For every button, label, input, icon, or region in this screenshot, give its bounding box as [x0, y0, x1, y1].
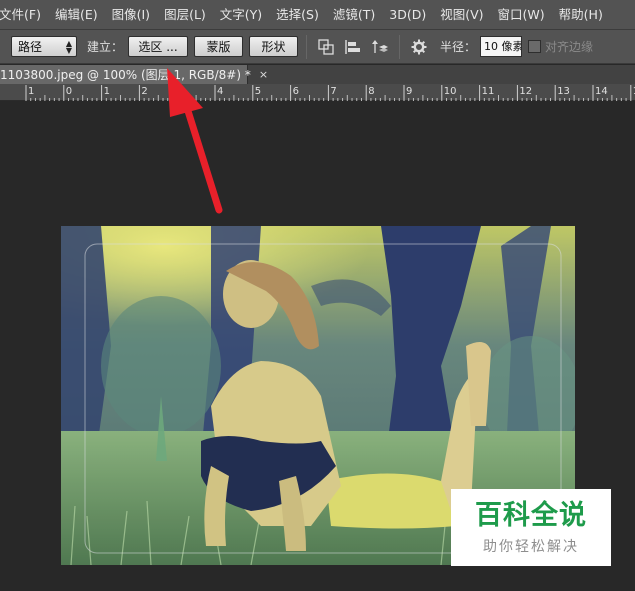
ruler-label: 5 [255, 86, 261, 97]
watermark: 百科全说 助你轻松解决 [451, 489, 611, 566]
select-updown-icon: ▲ ▼ [65, 39, 72, 55]
ruler-label: 10 [444, 86, 457, 97]
menu-view[interactable]: 视图(V) [433, 0, 490, 29]
menu-layer[interactable]: 图层(L) [157, 0, 213, 29]
menu-3d[interactable]: 3D(D) [382, 0, 433, 29]
ruler-label: 2 [141, 86, 147, 97]
watermark-title: 百科全说 [475, 499, 587, 531]
path-alignment-icon[interactable] [344, 38, 362, 56]
ruler-ticks: 1012345678910111213141516 [25, 85, 635, 101]
align-edges-checkbox[interactable] [528, 40, 542, 53]
document-tab-title: 1103800.jpeg @ 100% (图层 1, RGB/8#) * [0, 68, 251, 82]
menu-image[interactable]: 图像(I) [105, 0, 157, 29]
ruler-label: 6 [293, 86, 299, 97]
menu-edit[interactable]: 编辑(E) [48, 0, 105, 29]
ruler-label: 4 [217, 86, 223, 97]
ruler-label: 8 [368, 86, 374, 97]
document-tab-bar: 1103800.jpeg @ 100% (图层 1, RGB/8#) * × [0, 65, 635, 84]
radius-label: 半径： [440, 40, 477, 54]
ruler-label: 1 [104, 86, 110, 97]
make-label: 建立： [87, 40, 124, 54]
shape-button[interactable]: 形状 [249, 36, 299, 57]
close-icon[interactable]: × [259, 68, 268, 81]
watermark-subtitle: 助你轻松解决 [483, 538, 579, 555]
ruler-label: 0 [66, 86, 72, 97]
path-arrangement-icon[interactable] [371, 38, 389, 56]
menu-help[interactable]: 帮助(H) [552, 0, 610, 29]
gear-icon[interactable] [410, 38, 428, 56]
menu-bar: 文件(F) 编辑(E) 图像(I) 图层(L) 文字(Y) 选择(S) 滤镜(T… [0, 0, 635, 29]
ruler-label: 11 [482, 86, 495, 97]
align-edges-label: 对齐边缘 [545, 40, 594, 54]
mask-button[interactable]: 蒙版 [194, 36, 244, 57]
divider [306, 34, 308, 59]
menu-filter[interactable]: 滤镜(T) [326, 0, 382, 29]
menu-window[interactable]: 窗口(W) [491, 0, 552, 29]
path-mode-select[interactable]: 路径 ▲ ▼ [11, 36, 77, 57]
document-tab[interactable]: 1103800.jpeg @ 100% (图层 1, RGB/8#) * × [0, 65, 268, 84]
ruler-label: 13 [557, 86, 570, 97]
menu-select[interactable]: 选择(S) [269, 0, 326, 29]
selection-button[interactable]: 选区 ... [128, 36, 189, 57]
path-mode-value: 路径 [18, 40, 43, 54]
menu-type[interactable]: 文字(Y) [213, 0, 269, 29]
ruler-label: 12 [519, 86, 532, 97]
path-operations-icon[interactable] [317, 38, 335, 56]
ruler-label: 9 [406, 86, 412, 97]
options-bar: 路径 ▲ ▼ 建立： 选区 ... 蒙版 形状 半径： 10 像素 对齐边缘 [0, 29, 635, 64]
ruler-label: 14 [595, 86, 608, 97]
horizontal-ruler[interactable]: 1012345678910111213141516 [0, 84, 635, 101]
ruler-label: 3 [179, 86, 185, 97]
ruler-label: 1 [28, 86, 34, 97]
menu-file[interactable]: 文件(F) [0, 0, 48, 29]
radius-input[interactable]: 10 像素 [480, 36, 523, 57]
ruler-label: 7 [330, 86, 336, 97]
divider [399, 34, 401, 59]
